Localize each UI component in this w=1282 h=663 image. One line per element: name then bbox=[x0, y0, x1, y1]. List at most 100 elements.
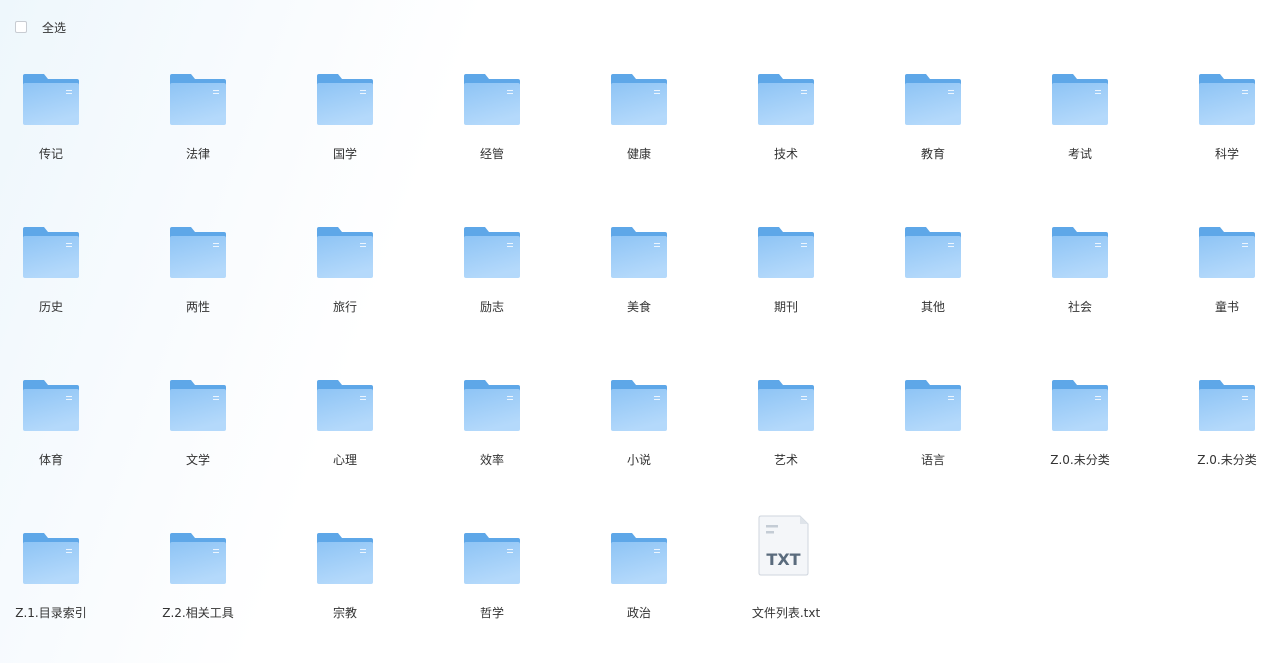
folder-icon bbox=[315, 378, 375, 434]
folder-item[interactable]: 传记 bbox=[0, 72, 111, 192]
item-label: 法律 bbox=[185, 147, 210, 161]
item-label: 考试 bbox=[1067, 147, 1092, 161]
folder-icon bbox=[756, 225, 816, 281]
file-grid: 传记 法律 国学 经管 健康 技术 教育 考试 科学历史 两性 旅行 励志 美食 期刊 其他 社会 童书体育 文学… bbox=[0, 0, 1282, 663]
folder-icon bbox=[21, 72, 81, 128]
folder-icon bbox=[462, 225, 522, 281]
folder-icon bbox=[609, 378, 669, 434]
folder-item[interactable]: Z.2.相关工具 bbox=[138, 531, 258, 651]
folder-item[interactable]: 期刊 bbox=[726, 225, 846, 345]
folder-icon bbox=[315, 531, 375, 587]
folder-item[interactable]: 艺术 bbox=[726, 378, 846, 498]
item-label: 语言 bbox=[920, 453, 945, 467]
item-label: 小说 bbox=[626, 453, 651, 467]
item-label: 社会 bbox=[1067, 300, 1092, 314]
item-label: Z.2.相关工具 bbox=[162, 606, 234, 620]
item-label: 经管 bbox=[479, 147, 504, 161]
folder-item[interactable]: 历史 bbox=[0, 225, 111, 345]
folder-item[interactable]: 文学 bbox=[138, 378, 258, 498]
folder-icon bbox=[168, 72, 228, 128]
item-label: 政治 bbox=[626, 606, 651, 620]
item-label: 艺术 bbox=[773, 453, 798, 467]
folder-item[interactable]: 科学 bbox=[1167, 72, 1282, 192]
item-label: 健康 bbox=[626, 147, 651, 161]
folder-item[interactable]: 童书 bbox=[1167, 225, 1282, 345]
folder-item[interactable]: 效率 bbox=[432, 378, 552, 498]
folder-item[interactable]: 心理 bbox=[285, 378, 405, 498]
folder-item[interactable]: 社会 bbox=[1020, 225, 1140, 345]
item-label: 心理 bbox=[332, 453, 357, 467]
folder-item[interactable]: 语言 bbox=[873, 378, 993, 498]
item-label: 体育 bbox=[38, 453, 63, 467]
folder-item[interactable]: 其他 bbox=[873, 225, 993, 345]
folder-icon bbox=[756, 72, 816, 128]
folder-item[interactable]: 体育 bbox=[0, 378, 111, 498]
folder-icon bbox=[315, 225, 375, 281]
folder-icon bbox=[756, 378, 816, 434]
folder-icon bbox=[1197, 378, 1257, 434]
folder-icon bbox=[609, 531, 669, 587]
folder-item[interactable]: 励志 bbox=[432, 225, 552, 345]
item-label: 效率 bbox=[479, 453, 504, 467]
item-label: 技术 bbox=[773, 147, 798, 161]
folder-icon bbox=[315, 72, 375, 128]
item-label: 国学 bbox=[332, 147, 357, 161]
folder-item[interactable]: 政治 bbox=[579, 531, 699, 651]
folder-item[interactable]: 考试 bbox=[1020, 72, 1140, 192]
item-label: 文件列表.txt bbox=[751, 606, 821, 620]
folder-item[interactable]: 小说 bbox=[579, 378, 699, 498]
folder-icon bbox=[1050, 378, 1110, 434]
folder-item[interactable]: Z.0.未分类 bbox=[1020, 378, 1140, 498]
item-label: 传记 bbox=[38, 147, 63, 161]
folder-item[interactable]: 法律 bbox=[138, 72, 258, 192]
item-label: 宗教 bbox=[332, 606, 357, 620]
folder-icon bbox=[462, 531, 522, 587]
folder-item[interactable]: 经管 bbox=[432, 72, 552, 192]
item-label: 两性 bbox=[185, 300, 210, 314]
folder-icon bbox=[609, 72, 669, 128]
file-item[interactable]: TXT 文件列表.txt bbox=[726, 515, 846, 651]
item-label: 文学 bbox=[185, 453, 210, 467]
item-label: 其他 bbox=[920, 300, 945, 314]
folder-item[interactable]: Z.1.目录索引 bbox=[0, 531, 111, 651]
item-label: 教育 bbox=[920, 147, 945, 161]
folder-icon bbox=[168, 378, 228, 434]
folder-item[interactable]: Z.0.未分类 bbox=[1167, 378, 1282, 498]
folder-icon bbox=[21, 225, 81, 281]
folder-item[interactable]: 国学 bbox=[285, 72, 405, 192]
item-label: 旅行 bbox=[332, 300, 357, 314]
folder-icon bbox=[609, 225, 669, 281]
folder-icon bbox=[168, 225, 228, 281]
item-label: Z.0.未分类 bbox=[1197, 453, 1257, 467]
item-label: Z.1.目录索引 bbox=[15, 606, 87, 620]
folder-item[interactable]: 两性 bbox=[138, 225, 258, 345]
folder-item[interactable]: 旅行 bbox=[285, 225, 405, 345]
folder-item[interactable]: 美食 bbox=[579, 225, 699, 345]
txt-file-icon: TXT bbox=[756, 515, 816, 576]
folder-icon bbox=[1050, 72, 1110, 128]
folder-icon bbox=[1197, 72, 1257, 128]
txt-badge-text: TXT bbox=[766, 550, 800, 569]
item-label: 科学 bbox=[1214, 147, 1239, 161]
folder-icon bbox=[462, 378, 522, 434]
folder-item[interactable]: 健康 bbox=[579, 72, 699, 192]
folder-icon bbox=[21, 531, 81, 587]
folder-item[interactable]: 宗教 bbox=[285, 531, 405, 651]
folder-icon bbox=[21, 378, 81, 434]
item-label: 美食 bbox=[626, 300, 651, 314]
item-label: 童书 bbox=[1214, 300, 1239, 314]
folder-item[interactable]: 技术 bbox=[726, 72, 846, 192]
item-label: 期刊 bbox=[773, 300, 798, 314]
folder-item[interactable]: 教育 bbox=[873, 72, 993, 192]
folder-icon bbox=[1197, 225, 1257, 281]
item-label: 励志 bbox=[479, 300, 504, 314]
folder-icon bbox=[903, 72, 963, 128]
item-label: 历史 bbox=[38, 300, 63, 314]
folder-icon bbox=[1050, 225, 1110, 281]
item-label: Z.0.未分类 bbox=[1050, 453, 1110, 467]
item-label: 哲学 bbox=[479, 606, 504, 620]
folder-icon bbox=[462, 72, 522, 128]
folder-icon bbox=[903, 378, 963, 434]
folder-item[interactable]: 哲学 bbox=[432, 531, 552, 651]
folder-icon bbox=[168, 531, 228, 587]
